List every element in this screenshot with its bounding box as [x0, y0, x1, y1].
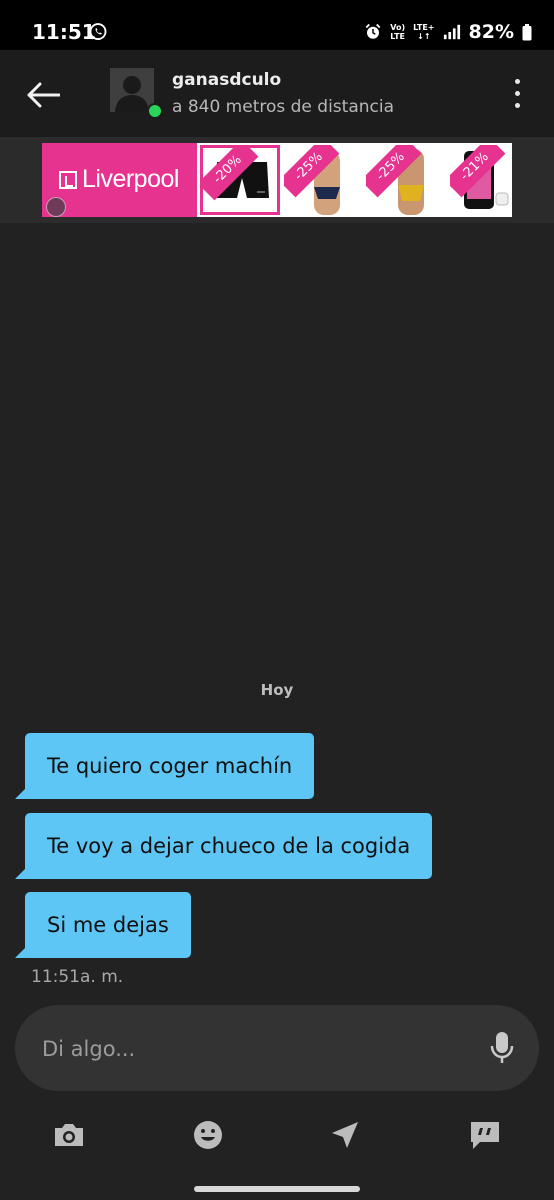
distance-label: a 840 metros de distancia — [172, 97, 395, 117]
battery-percent: 82% — [468, 21, 514, 43]
status-bar: 11:51 Vo) LTE LTE+ ↓↑ 82% — [0, 0, 554, 50]
ad-product-underwear: -25% — [366, 145, 446, 215]
message-text: Te voy a dejar chueco de la cogida — [47, 834, 411, 858]
camera-button[interactable] — [50, 1116, 88, 1154]
message-bubble[interactable]: Te quiero coger machín — [14, 733, 315, 799]
chat-screen: 11:51 Vo) LTE LTE+ ↓↑ 82% ganasdculo a 8… — [0, 0, 554, 1200]
signal-icon — [443, 24, 460, 40]
ad-product-swimsuit: -20% — [200, 145, 280, 215]
status-icons: Vo) LTE LTE+ ↓↑ 82% — [364, 19, 532, 45]
arrow-left-icon — [27, 82, 60, 108]
emoji-icon — [194, 1121, 222, 1149]
more-dot — [514, 102, 520, 108]
send-location-button[interactable] — [326, 1116, 364, 1154]
home-indicator[interactable] — [194, 1186, 360, 1192]
quick-reply-button[interactable] — [466, 1116, 504, 1154]
whatsapp-icon — [89, 23, 107, 40]
message-text: Te quiero coger machín — [47, 754, 293, 778]
emoji-button[interactable] — [189, 1116, 227, 1154]
liverpool-logo-icon — [59, 171, 77, 189]
ad-brand: Liverpool — [82, 165, 179, 193]
ad-product-briefs: -25% — [284, 145, 364, 215]
more-dot — [514, 78, 520, 84]
ad-logo: Liverpool — [42, 143, 197, 217]
alarm-icon — [365, 23, 381, 39]
back-button[interactable] — [22, 74, 64, 116]
username[interactable]: ganasdculo — [172, 70, 281, 90]
camera-icon — [55, 1124, 83, 1146]
ad-strip: Liverpool -20% -25% -25% -21% — [0, 137, 554, 223]
status-time: 11:51 — [32, 20, 96, 44]
ad-badge-icon — [46, 197, 66, 217]
lte-plus-indicator: LTE+ ↓↑ — [413, 23, 434, 41]
more-dot — [514, 90, 520, 96]
chat-toolbar — [0, 1100, 554, 1170]
message-text: Si me dejas — [47, 913, 169, 937]
message-bubble[interactable]: Te voy a dejar chueco de la cogida — [14, 813, 433, 879]
more-options-button[interactable] — [500, 76, 534, 110]
message-composer — [15, 1005, 539, 1093]
battery-icon — [522, 23, 532, 40]
microphone-icon — [490, 1032, 514, 1063]
ad-banner[interactable]: Liverpool -20% -25% -25% -21% — [42, 143, 512, 217]
online-status-dot — [147, 103, 163, 119]
message-timestamp: 11:51a. m. — [31, 967, 124, 987]
volte-label: Vo) — [390, 23, 406, 32]
quick-reply-icon — [471, 1122, 499, 1149]
avatar[interactable] — [110, 68, 154, 112]
location-icon — [332, 1122, 358, 1148]
voice-message-button[interactable] — [489, 1030, 515, 1066]
lte-plus-label: LTE+ — [413, 23, 435, 32]
chat-header: ganasdculo a 840 metros de distancia — [0, 50, 554, 137]
profile-placeholder-icon — [110, 68, 154, 112]
volte-indicator: Vo) LTE — [390, 23, 405, 41]
volte-lte-label: LTE — [390, 32, 405, 41]
data-arrows-icon: ↓↑ — [417, 32, 431, 41]
day-separator: Hoy — [260, 681, 294, 699]
ad-product-phone: -21% — [450, 145, 512, 215]
message-bubble[interactable]: Si me dejas — [15, 892, 191, 958]
message-input[interactable] — [40, 1005, 464, 1093]
